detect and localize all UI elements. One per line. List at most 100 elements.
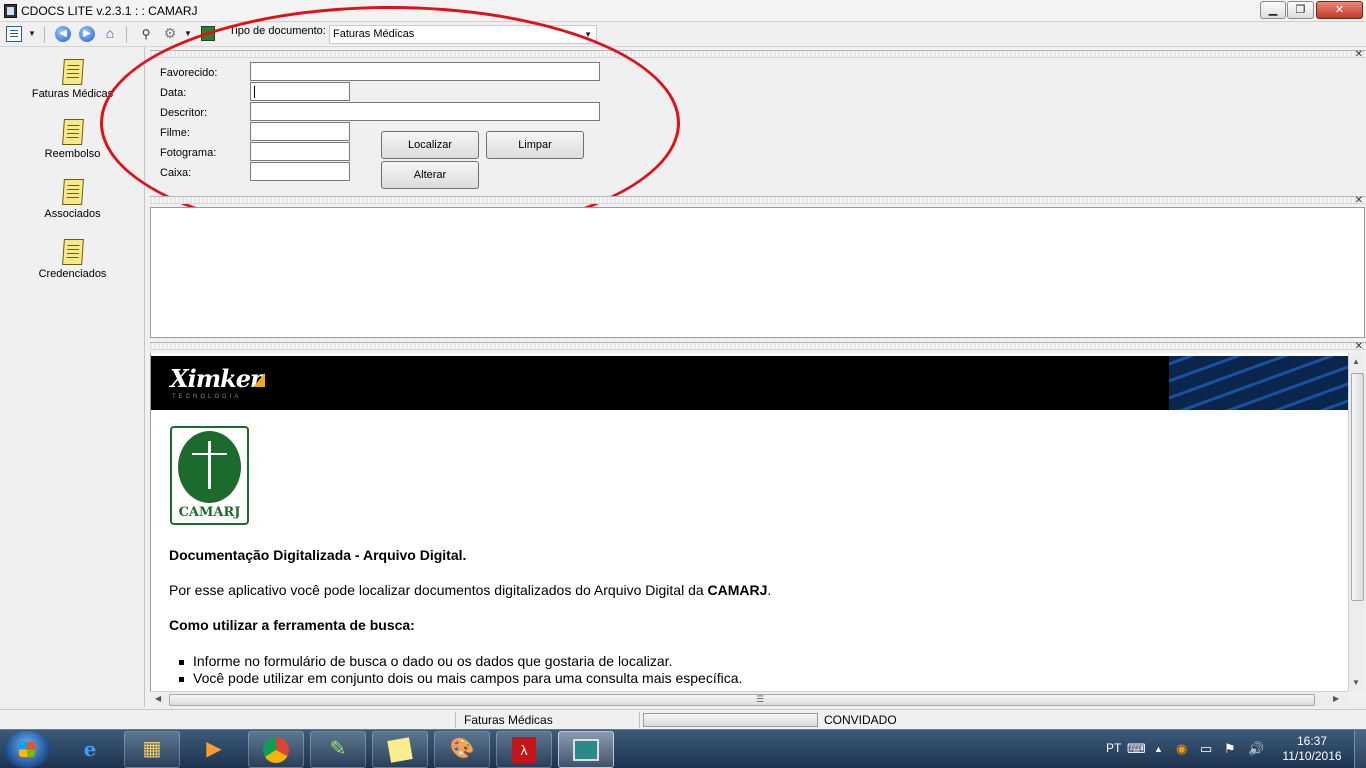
filme-input[interactable] bbox=[251, 123, 349, 140]
status-bar: Faturas Médicas CONVIDADO bbox=[0, 709, 1366, 729]
scroll-thumb[interactable]: ☰ bbox=[169, 694, 1315, 706]
camarj-logo: CAMARJ bbox=[170, 426, 249, 525]
sidebar-item-label: Reembolso bbox=[44, 148, 101, 160]
data-field[interactable] bbox=[250, 82, 350, 101]
favorecido-field[interactable] bbox=[250, 62, 600, 81]
home-icon[interactable]: ⌂ bbox=[102, 26, 118, 42]
caixa-input[interactable] bbox=[251, 163, 349, 180]
intro-paragraph: Por esse aplicativo você pode localizar … bbox=[169, 582, 772, 598]
cdocs-app-icon[interactable] bbox=[558, 731, 614, 768]
scroll-thumb[interactable] bbox=[1351, 373, 1364, 601]
window-title: CDOCS LITE v.2.3.1 : : CAMARJ bbox=[21, 4, 198, 18]
data-input[interactable] bbox=[251, 83, 349, 100]
document-icon bbox=[61, 179, 84, 205]
sidebar-item-credenciados[interactable]: Credenciados bbox=[0, 239, 145, 297]
fotograma-input[interactable] bbox=[251, 143, 349, 160]
sidebar-item-label: Credenciados bbox=[38, 268, 107, 280]
view-menu-dropdown-icon[interactable]: ▼ bbox=[28, 26, 36, 42]
action-center-icon[interactable]: ⚑ bbox=[1224, 741, 1236, 757]
horizontal-scrollbar[interactable]: ◀ ☰ ▶ bbox=[150, 691, 1348, 707]
document-icon bbox=[61, 119, 84, 145]
scales-of-justice-icon bbox=[178, 431, 241, 503]
close-icon[interactable]: ✕ bbox=[1355, 341, 1363, 352]
keyboard-icon[interactable]: ⌨ bbox=[1127, 741, 1146, 757]
chrome-icon[interactable] bbox=[248, 731, 304, 768]
scroll-left-icon[interactable]: ◀ bbox=[155, 694, 161, 703]
start-button[interactable] bbox=[4, 731, 50, 768]
limpar-button[interactable]: Limpar bbox=[486, 131, 584, 159]
scroll-right-icon[interactable]: ▶ bbox=[1333, 694, 1339, 703]
fotograma-label: Fotograma: bbox=[160, 147, 217, 159]
vertical-scrollbar[interactable]: ▲ ▼ bbox=[1348, 353, 1365, 691]
close-button[interactable]: ✕ bbox=[1316, 1, 1363, 19]
gear-icon[interactable]: ⚙ bbox=[162, 26, 178, 42]
scroll-up-icon[interactable]: ▲ bbox=[1352, 357, 1360, 366]
sidebar-item-label: Associados bbox=[44, 208, 101, 220]
descritor-input[interactable] bbox=[251, 103, 599, 120]
doc-type-select[interactable]: Faturas Médicas ▼ bbox=[329, 25, 597, 44]
status-user: CONVIDADO bbox=[824, 713, 897, 727]
alterar-button[interactable]: Alterar bbox=[381, 161, 479, 189]
sidebar-item-reembolso[interactable]: Reembolso bbox=[0, 119, 145, 177]
info-panel-header: ✕ bbox=[150, 341, 1366, 352]
exit-icon[interactable] bbox=[201, 26, 215, 41]
status-document-type: Faturas Médicas bbox=[464, 713, 553, 727]
paint-icon[interactable]: 🎨 bbox=[434, 731, 490, 768]
favorecido-input[interactable] bbox=[251, 63, 599, 80]
show-desktop-button[interactable] bbox=[1354, 730, 1366, 768]
acrobat-icon[interactable]: λ bbox=[496, 731, 552, 768]
clock-time: 16:37 bbox=[1296, 734, 1328, 748]
gear-dropdown-icon[interactable]: ▼ bbox=[184, 26, 192, 42]
localizar-button[interactable]: Localizar bbox=[381, 131, 479, 159]
key-icon[interactable]: ⚲ bbox=[138, 26, 154, 42]
language-indicator[interactable]: PT bbox=[1106, 741, 1121, 755]
system-clock[interactable]: 16:37 11/10/2016 bbox=[1282, 734, 1342, 764]
caixa-label: Caixa: bbox=[160, 167, 192, 179]
media-player-icon[interactable]: ▶ bbox=[186, 731, 242, 768]
sidebar-item-label: Faturas Médicas bbox=[31, 88, 114, 100]
forward-icon[interactable]: ▶ bbox=[79, 26, 95, 42]
sticky-notes-icon[interactable] bbox=[372, 731, 428, 768]
caixa-field[interactable] bbox=[250, 162, 350, 181]
toolbar: ▼ ◀ ▶ ⌂ ⚲ ⚙ ▼ Tipo de documento: Faturas… bbox=[0, 22, 1366, 47]
document-icon bbox=[61, 59, 84, 85]
fotograma-field[interactable] bbox=[250, 142, 350, 161]
maximize-button[interactable]: ❐ bbox=[1287, 1, 1314, 19]
document-icon bbox=[61, 239, 84, 265]
sidebar-item-associados[interactable]: Associados bbox=[0, 179, 145, 237]
favorecido-label: Favorecido: bbox=[160, 67, 218, 79]
filme-field[interactable] bbox=[250, 122, 350, 141]
status-separator bbox=[455, 712, 456, 728]
back-icon[interactable]: ◀ bbox=[55, 26, 71, 42]
page-heading: Documentação Digitalizada - Arquivo Digi… bbox=[169, 547, 467, 563]
view-menu-icon[interactable] bbox=[6, 26, 22, 42]
sidebar-item-faturas-medicas[interactable]: Faturas Médicas bbox=[0, 59, 145, 117]
doc-type-label: Tipo de documento: bbox=[229, 25, 326, 37]
close-icon[interactable]: ✕ bbox=[1355, 195, 1363, 206]
ximker-logo: Ximker bbox=[170, 364, 263, 393]
internet-explorer-icon[interactable]: e bbox=[62, 731, 118, 768]
windows-taskbar: e ▦ ▶ ✎ 🎨 λ PT ⌨ ▲ ◉ ▭ ⚑ 🔊 16:37 11/10/2… bbox=[0, 729, 1366, 768]
title-bar: CDOCS LITE v.2.3.1 : : CAMARJ ▁ ❐ ✕ bbox=[0, 0, 1366, 22]
status-separator bbox=[639, 712, 640, 728]
show-hidden-icons-icon[interactable]: ▲ bbox=[1154, 741, 1163, 757]
scroll-down-icon[interactable]: ▼ bbox=[1352, 678, 1360, 687]
minimize-button[interactable]: ▁ bbox=[1260, 1, 1286, 19]
close-icon[interactable]: ✕ bbox=[1355, 49, 1363, 60]
info-browser: Ximker TECNOLOGIA CAMARJ Documentação Di… bbox=[150, 353, 1348, 691]
doc-type-value: Faturas Médicas bbox=[333, 28, 415, 40]
volume-icon[interactable]: 🔊 bbox=[1248, 741, 1264, 757]
antivirus-icon[interactable]: ◉ bbox=[1176, 741, 1187, 757]
file-explorer-icon[interactable]: ▦ bbox=[124, 731, 180, 768]
list-item: Você pode utilizar em conjunto dois ou m… bbox=[178, 670, 743, 686]
descritor-field[interactable] bbox=[250, 102, 600, 121]
grip-icon: ☰ bbox=[756, 694, 765, 704]
app-icon bbox=[4, 4, 17, 18]
status-progress-bar bbox=[643, 713, 818, 727]
toolbar-separator bbox=[44, 26, 45, 43]
results-list[interactable] bbox=[150, 207, 1365, 338]
notepad-plus-icon[interactable]: ✎ bbox=[310, 731, 366, 768]
usb-device-icon[interactable]: ▭ bbox=[1200, 741, 1212, 757]
descritor-label: Descritor: bbox=[160, 107, 208, 119]
data-label: Data: bbox=[160, 87, 187, 99]
